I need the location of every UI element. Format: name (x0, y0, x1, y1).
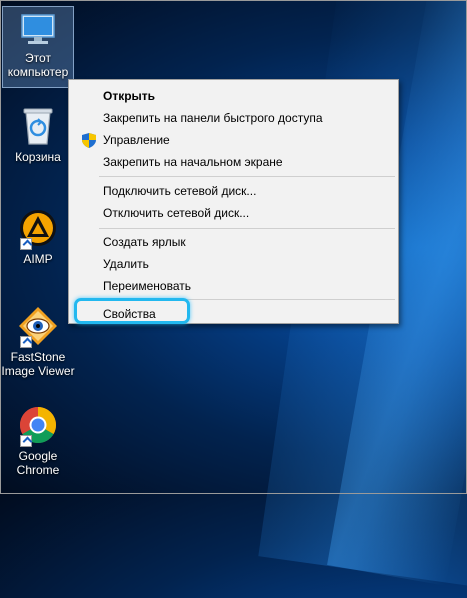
menu-item-manage[interactable]: Управление (69, 129, 398, 151)
menu-item-label: Отключить сетевой диск... (103, 206, 250, 220)
desktop-icon-label: FastStone Image Viewer (1, 350, 75, 378)
context-menu: Открыть Закрепить на панели быстрого дос… (68, 79, 399, 324)
desktop-icon-this-pc[interactable]: Этот компьютер (2, 6, 74, 88)
menu-item-label: Управление (103, 133, 170, 147)
desktop-icon-label: AIMP (23, 252, 53, 266)
shortcut-arrow-icon (20, 336, 32, 348)
desktop-icon-faststone[interactable]: FastStone Image Viewer (0, 306, 76, 378)
menu-item-rename[interactable]: Переименовать (69, 275, 398, 297)
menu-item-label: Переименовать (103, 279, 191, 293)
menu-separator (99, 176, 395, 177)
menu-item-disconnect-network-drive[interactable]: Отключить сетевой диск... (69, 202, 398, 224)
menu-item-label: Закрепить на начальном экране (103, 155, 283, 169)
desktop-icon-label: Корзина (15, 150, 61, 164)
menu-item-create-shortcut[interactable]: Создать ярлык (69, 231, 398, 253)
menu-item-label: Создать ярлык (103, 235, 186, 249)
shortcut-arrow-icon (20, 238, 32, 250)
menu-item-label: Открыть (103, 89, 156, 103)
desktop-icon-label: Google Chrome (16, 449, 60, 477)
desktop-icon-recycle-bin[interactable]: Корзина (2, 106, 74, 164)
desktop-icon-label: Этот компьютер (7, 51, 69, 79)
menu-item-label: Закрепить на панели быстрого доступа (103, 111, 323, 125)
desktop-icon-aimp[interactable]: AIMP (2, 208, 74, 266)
menu-item-open[interactable]: Открыть (69, 85, 398, 107)
menu-item-delete[interactable]: Удалить (69, 253, 398, 275)
properties-highlight-outline (74, 298, 190, 324)
menu-item-pin-quick-access[interactable]: Закрепить на панели быстрого доступа (69, 107, 398, 129)
menu-separator (99, 228, 395, 229)
menu-item-map-network-drive[interactable]: Подключить сетевой диск... (69, 180, 398, 202)
recycle-bin-icon (23, 108, 53, 145)
this-pc-icon (21, 14, 55, 44)
menu-item-label: Подключить сетевой диск... (103, 184, 257, 198)
shortcut-arrow-icon (20, 435, 32, 447)
menu-item-label: Удалить (103, 257, 149, 271)
menu-item-pin-start[interactable]: Закрепить на начальном экране (69, 151, 398, 173)
desktop-icon-google-chrome[interactable]: Google Chrome (2, 405, 74, 477)
shield-icon (82, 133, 96, 148)
